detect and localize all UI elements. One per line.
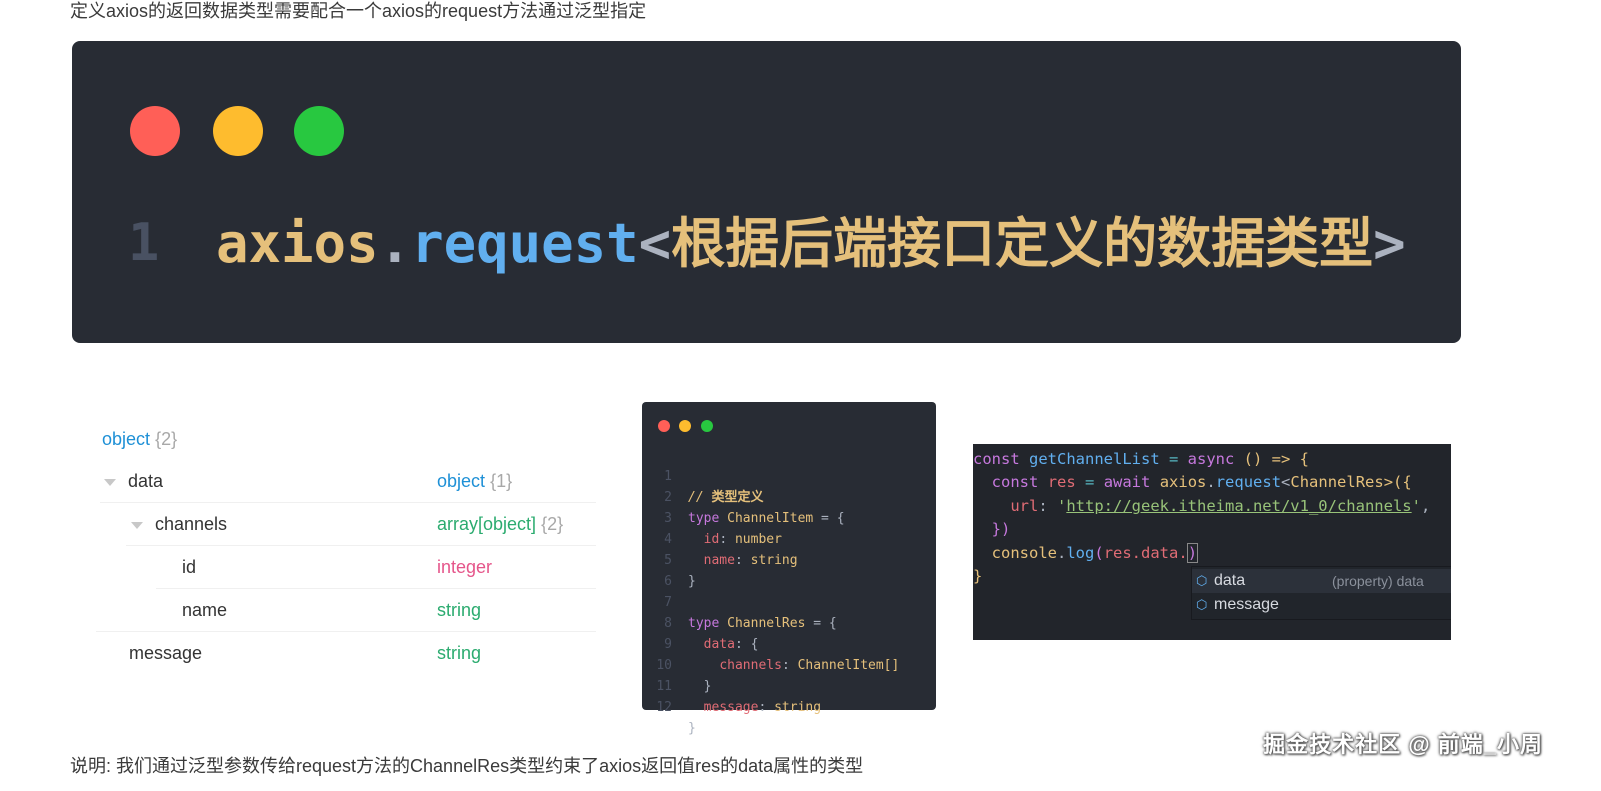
- line-number: 1: [128, 213, 160, 273]
- code-type-param: 根据后端接口定义的数据类型: [671, 212, 1374, 275]
- schema-row-id: id integer: [182, 546, 582, 588]
- code-line-2: 2 type ChannelItem = {: [642, 466, 936, 526]
- keyword: const: [991, 473, 1039, 491]
- method: log: [1066, 544, 1095, 562]
- code-lt: <: [638, 212, 672, 275]
- code-method: request: [411, 212, 639, 275]
- editor-line-4: }): [973, 518, 1011, 541]
- operator: =: [1159, 450, 1188, 468]
- banner-code-line: axios.request<根据后端接口定义的数据类型>: [216, 209, 1406, 279]
- field-type: object: [437, 471, 486, 491]
- close-dot-icon: [658, 420, 670, 432]
- type-name: string: [774, 700, 822, 715]
- code-line-8: 8 data: {: [642, 592, 936, 652]
- minimize-dot-icon: [679, 420, 691, 432]
- code-dot: .: [378, 212, 412, 275]
- keyword: const: [973, 450, 1020, 468]
- field-name: data: [128, 471, 164, 491]
- code-object: axios: [216, 212, 379, 275]
- editor-line-1: const getChannelList = async () => {: [973, 448, 1309, 471]
- field-count: {1}: [490, 471, 513, 491]
- maximize-dot-icon: [701, 420, 713, 432]
- type-name: ChannelRes: [1290, 473, 1384, 491]
- code-line-3: 3 id: number: [642, 487, 936, 547]
- field-count: {2}: [541, 514, 564, 534]
- method: request: [1215, 473, 1282, 491]
- cursor-expression[interactable]: res.data.: [1104, 544, 1188, 562]
- operator: =: [1075, 473, 1104, 491]
- code-banner-image: 1 axios.request<根据后端接口定义的数据类型>: [72, 41, 1461, 343]
- line-number: 12: [656, 700, 672, 715]
- explanation-paragraph: 说明: 我们通过泛型参数传给request方法的ChannelRes类型约束了a…: [70, 756, 864, 776]
- punct: }): [991, 520, 1011, 538]
- suggestion-message[interactable]: ⬡ message: [1192, 593, 1451, 617]
- code-line-11: 11 message: string: [642, 655, 936, 715]
- property: url: [1010, 497, 1039, 515]
- punct: >({: [1383, 473, 1412, 491]
- editor-line-2: const res = await axios.request<ChannelR…: [991, 473, 1412, 491]
- property: message: [703, 700, 759, 715]
- code-gt: >: [1373, 212, 1406, 275]
- schema-row-data[interactable]: data object {1}: [104, 460, 584, 502]
- maximize-dot-icon: [294, 106, 344, 156]
- code-line-1: 1 // 类型定义: [642, 445, 936, 505]
- schema-row-message: message string: [129, 632, 589, 674]
- schema-root-count: {2}: [155, 429, 178, 449]
- field-name: message: [129, 643, 203, 663]
- schema-row-name: name string: [182, 589, 582, 631]
- field-type: integer: [437, 557, 493, 577]
- code-line-6: 6: [642, 550, 936, 589]
- schema-root: object {2}: [102, 418, 177, 460]
- caret-down-icon[interactable]: [131, 521, 143, 529]
- suggestion-label: data: [1214, 572, 1246, 589]
- keyword: async: [1187, 450, 1235, 468]
- close-dot-icon: [130, 106, 180, 156]
- schema-row-channels[interactable]: channels array[object] {2}: [131, 503, 591, 545]
- variable: res: [1047, 473, 1076, 491]
- code-line-10: 10 }: [642, 634, 936, 694]
- caret-down-icon[interactable]: [104, 478, 116, 486]
- editor-screenshot: const getChannelList = async () => { con…: [973, 444, 1451, 640]
- editor-line-5: console.log(res.data.): [991, 543, 1199, 563]
- keyword: await: [1103, 473, 1151, 491]
- editor-line-3: url: 'http://geek.itheima.net/v1_0/chann…: [1010, 497, 1431, 515]
- code-line-5: 5 }: [642, 529, 936, 589]
- suggestion-label: message: [1214, 596, 1279, 613]
- autocomplete-popup[interactable]: ⬡ data (property) data ⬡ message: [1191, 566, 1451, 620]
- suggestion-detail: (property) data: [1332, 573, 1424, 589]
- field-name: id: [182, 557, 197, 577]
- object: axios: [1159, 473, 1207, 491]
- intro-paragraph: 定义axios的返回数据类型需要配合一个axios的request方法通过泛型指…: [70, 1, 647, 21]
- function-name: getChannelList: [1029, 450, 1160, 468]
- code-line-9: 9 channels: ChannelItem[]: [642, 613, 936, 673]
- code-line-12: 12 }: [642, 676, 936, 736]
- field-type: string: [437, 600, 482, 620]
- field-name: channels: [155, 514, 228, 534]
- editor-line-6: }: [973, 565, 982, 588]
- property-icon: ⬡: [1196, 573, 1208, 588]
- punct: }: [688, 721, 696, 736]
- suggestion-data[interactable]: ⬡ data (property) data: [1192, 569, 1451, 593]
- minimize-dot-icon: [213, 106, 263, 156]
- url-link[interactable]: http://geek.itheima.net/v1_0/channels: [1066, 497, 1411, 515]
- schema-root-type: object: [102, 429, 151, 449]
- object: console: [991, 544, 1057, 562]
- type-definition-code-card: 1 // 类型定义 2 type ChannelItem = { 3 id: n…: [642, 402, 936, 736]
- field-type: array[object]: [437, 514, 537, 534]
- code-line-7: 7 type ChannelRes = {: [642, 571, 936, 631]
- field-type: string: [437, 643, 482, 663]
- watermark: 掘金技术社区 @ 前端_小周: [1263, 732, 1543, 757]
- property-icon: ⬡: [1196, 597, 1208, 612]
- punct: }: [973, 567, 983, 585]
- punct: () => {: [1234, 450, 1309, 468]
- field-name: name: [182, 600, 228, 620]
- code-line-4: 4 name: string: [642, 508, 936, 568]
